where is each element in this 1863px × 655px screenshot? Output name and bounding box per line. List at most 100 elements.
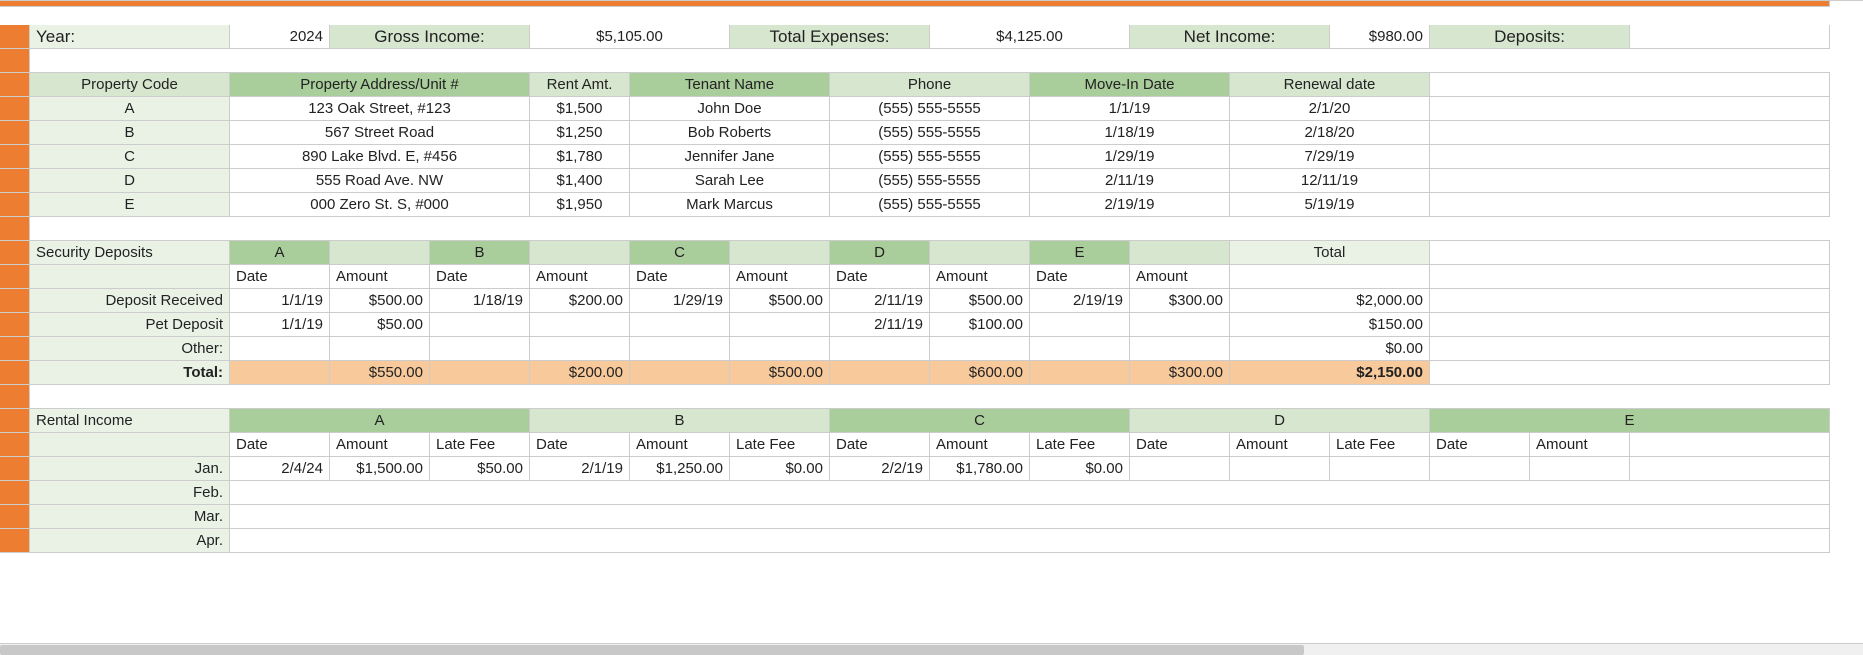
dep-pet-label: Pet Deposit — [30, 313, 230, 337]
rent-sub-late: Late Fee — [1030, 433, 1130, 457]
pet-total[interactable]: $150.00 — [1230, 313, 1430, 337]
prop-code[interactable]: A — [30, 97, 230, 121]
dep-a-date[interactable]: 1/1/19 — [230, 289, 330, 313]
prop-code[interactable]: B — [30, 121, 230, 145]
dep-c-amt[interactable]: $500.00 — [730, 289, 830, 313]
prop-movein[interactable]: 1/1/19 — [1030, 97, 1230, 121]
jan-a-date[interactable]: 2/4/24 — [230, 457, 330, 481]
expenses-label: Total Expenses: — [730, 25, 930, 49]
dep-sub-date: Date — [430, 265, 530, 289]
prop-code[interactable]: C — [30, 145, 230, 169]
deposits-value-empty[interactable] — [1630, 25, 1830, 49]
dep-other-label: Other: — [30, 337, 230, 361]
prop-phone[interactable]: (555) 555-5555 — [830, 97, 1030, 121]
prop-tenant[interactable]: Jennifer Jane — [630, 145, 830, 169]
dep-c-date[interactable]: 1/29/19 — [630, 289, 730, 313]
dep-col-d: D — [830, 241, 930, 265]
prop-code[interactable]: D — [30, 169, 230, 193]
jan-b-date[interactable]: 2/1/19 — [530, 457, 630, 481]
prop-tenant[interactable]: John Doe — [630, 97, 830, 121]
expenses-value[interactable]: $4,125.00 — [930, 25, 1130, 49]
gross-label: Gross Income: — [330, 25, 530, 49]
jan-c-late[interactable]: $0.00 — [1030, 457, 1130, 481]
hdr-tenant: Tenant Name — [630, 73, 830, 97]
jan-c-amt[interactable]: $1,780.00 — [930, 457, 1030, 481]
spreadsheet-grid: Year: 2024 Gross Income: $5,105.00 Total… — [0, 0, 1863, 553]
prop-address[interactable]: 123 Oak Street, #123 — [230, 97, 530, 121]
prop-rent[interactable]: $1,950 — [530, 193, 630, 217]
prop-code[interactable]: E — [30, 193, 230, 217]
horizontal-scrollbar[interactable] — [0, 643, 1863, 655]
prop-address[interactable]: 555 Road Ave. NW — [230, 169, 530, 193]
prop-renewal[interactable]: 12/11/19 — [1230, 169, 1430, 193]
prop-rent[interactable]: $1,780 — [530, 145, 630, 169]
net-value[interactable]: $980.00 — [1330, 25, 1430, 49]
jan-b-amt[interactable]: $1,250.00 — [630, 457, 730, 481]
dep-col-b: B — [430, 241, 530, 265]
dep-b-amt[interactable]: $200.00 — [530, 289, 630, 313]
net-label: Net Income: — [1130, 25, 1330, 49]
year-label: Year: — [30, 25, 230, 49]
prop-movein[interactable]: 1/29/19 — [1030, 145, 1230, 169]
dep-a-amt[interactable]: $500.00 — [330, 289, 430, 313]
prop-tenant[interactable]: Bob Roberts — [630, 121, 830, 145]
dep-sub-date: Date — [1030, 265, 1130, 289]
prop-address[interactable]: 000 Zero St. S, #000 — [230, 193, 530, 217]
prop-phone[interactable]: (555) 555-5555 — [830, 145, 1030, 169]
prop-movein[interactable]: 2/11/19 — [1030, 169, 1230, 193]
prop-movein[interactable]: 1/18/19 — [1030, 121, 1230, 145]
prop-address[interactable]: 890 Lake Blvd. E, #456 — [230, 145, 530, 169]
prop-address[interactable]: 567 Street Road — [230, 121, 530, 145]
pet-a-date[interactable]: 1/1/19 — [230, 313, 330, 337]
jan-b-late[interactable]: $0.00 — [730, 457, 830, 481]
dep-d-amt[interactable]: $500.00 — [930, 289, 1030, 313]
rent-col-c: C — [830, 409, 1130, 433]
accent-top — [0, 1, 1830, 7]
jan-a-late[interactable]: $50.00 — [430, 457, 530, 481]
prop-tenant[interactable]: Sarah Lee — [630, 169, 830, 193]
rent-sub-date: Date — [1130, 433, 1230, 457]
rent-sub-amt: Amount — [930, 433, 1030, 457]
jan-c-date[interactable]: 2/2/19 — [830, 457, 930, 481]
prop-renewal[interactable]: 2/18/20 — [1230, 121, 1430, 145]
pet-d-date[interactable]: 2/11/19 — [830, 313, 930, 337]
prop-rent[interactable]: $1,400 — [530, 169, 630, 193]
prop-renewal[interactable]: 7/29/19 — [1230, 145, 1430, 169]
prop-movein[interactable]: 2/19/19 — [1030, 193, 1230, 217]
prop-phone[interactable]: (555) 555-5555 — [830, 193, 1030, 217]
dep-col-c: C — [630, 241, 730, 265]
prop-rent[interactable]: $1,500 — [530, 97, 630, 121]
prop-phone[interactable]: (555) 555-5555 — [830, 121, 1030, 145]
dep-sub-amt: Amount — [730, 265, 830, 289]
prop-tenant[interactable]: Mark Marcus — [630, 193, 830, 217]
year-value[interactable]: 2024 — [230, 25, 330, 49]
dep-e-amt[interactable]: $300.00 — [1130, 289, 1230, 313]
scrollbar-thumb[interactable] — [0, 645, 1304, 655]
hdr-address: Property Address/Unit # — [230, 73, 530, 97]
dep-col-total: Total — [1230, 241, 1430, 265]
jan-a-amt[interactable]: $1,500.00 — [330, 457, 430, 481]
dep-received-total[interactable]: $2,000.00 — [1230, 289, 1430, 313]
dep-sub-amt: Amount — [1130, 265, 1230, 289]
hdr-code: Property Code — [30, 73, 230, 97]
other-total[interactable]: $0.00 — [1230, 337, 1430, 361]
dep-grand-total: $2,150.00 — [1230, 361, 1430, 385]
prop-phone[interactable]: (555) 555-5555 — [830, 169, 1030, 193]
dep-d-date[interactable]: 2/11/19 — [830, 289, 930, 313]
gross-value[interactable]: $5,105.00 — [530, 25, 730, 49]
rent-sub-amt: Amount — [1230, 433, 1330, 457]
prop-renewal[interactable]: 2/1/20 — [1230, 97, 1430, 121]
dep-col-e: E — [1030, 241, 1130, 265]
dep-col-a: A — [230, 241, 330, 265]
dep-sub-amt: Amount — [930, 265, 1030, 289]
dep-e-date[interactable]: 2/19/19 — [1030, 289, 1130, 313]
prop-rent[interactable]: $1,250 — [530, 121, 630, 145]
prop-renewal[interactable]: 5/19/19 — [1230, 193, 1430, 217]
pet-a-amt[interactable]: $50.00 — [330, 313, 430, 337]
rent-sub-late: Late Fee — [730, 433, 830, 457]
rental-title: Rental Income — [30, 409, 230, 433]
dep-total-c: $500.00 — [730, 361, 830, 385]
pet-d-amt[interactable]: $100.00 — [930, 313, 1030, 337]
dep-b-date[interactable]: 1/18/19 — [430, 289, 530, 313]
dep-sub-amt: Amount — [330, 265, 430, 289]
